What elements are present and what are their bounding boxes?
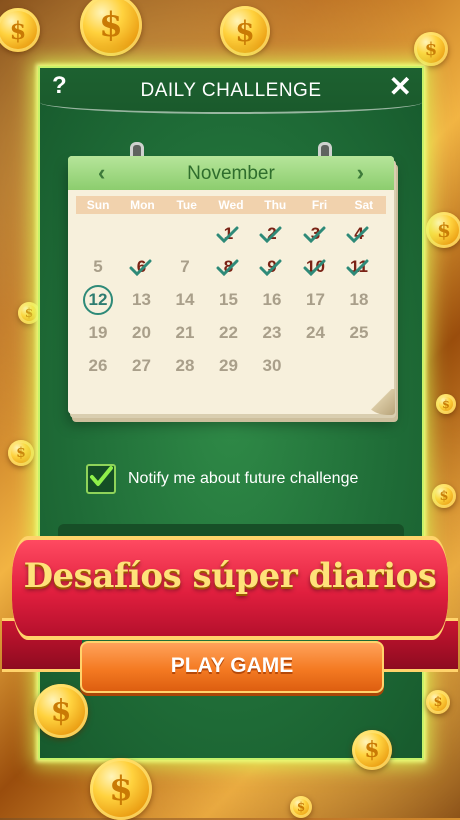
calendar-day[interactable]: 28: [163, 350, 207, 382]
promo-banner-text: Desafíos súper diarios: [23, 556, 437, 596]
checkmark-icon: [346, 259, 369, 277]
gold-coin-icon: $: [414, 32, 448, 66]
weekday-label: Sun: [86, 198, 110, 212]
weekday-label: Tue: [176, 198, 197, 212]
checkmark-icon: [129, 259, 151, 277]
calendar-day-number: 5: [93, 257, 103, 276]
calendar-day-number: 21: [175, 323, 195, 342]
gold-coin-icon: $: [436, 394, 456, 414]
calendar-day[interactable]: 24: [294, 317, 338, 349]
calendar-day[interactable]: 16: [250, 284, 294, 316]
calendar-day[interactable]: 12: [76, 284, 120, 316]
notify-label: Notify me about future challenge: [128, 470, 359, 487]
calendar: ‹ November › Sun Mon Tue Wed Thu Fri Sat…: [68, 142, 395, 415]
gold-coin-icon: $: [0, 8, 40, 52]
calendar-day: [120, 218, 164, 250]
calendar-day-number: 30: [262, 356, 282, 375]
weekday-label: Fri: [311, 198, 328, 212]
checkmark-icon: [303, 259, 325, 277]
calendar-day-number: 13: [132, 290, 151, 309]
notify-option[interactable]: Notify me about future challenge: [86, 464, 358, 494]
calendar-day[interactable]: 29: [207, 350, 251, 382]
calendar-day[interactable]: 14: [163, 284, 207, 316]
calendar-day: [163, 218, 207, 250]
calendar-day-number: 22: [219, 323, 238, 342]
calendar-day-number: 20: [132, 323, 151, 342]
calendar-day[interactable]: 9: [250, 251, 294, 283]
checkmark-icon: [346, 226, 369, 244]
checkmark-icon: [259, 259, 282, 277]
calendar-day[interactable]: 30: [250, 350, 294, 382]
calendar-day[interactable]: 22: [207, 317, 251, 349]
calendar-day[interactable]: 11: [337, 251, 381, 283]
calendar-day-number: 12: [88, 290, 108, 309]
calendar-day-number: 14: [175, 290, 195, 309]
calendar-day-number: 26: [88, 356, 108, 375]
gold-coin-icon: $: [90, 758, 152, 820]
calendar-day-number: 27: [132, 356, 151, 375]
weekday-label: Sat: [354, 198, 374, 212]
calendar-day[interactable]: 26: [76, 350, 120, 382]
calendar-day-number: 25: [349, 323, 369, 342]
calendar-day[interactable]: 27: [120, 350, 164, 382]
dialog-title-bar: ? DAILY CHALLENGE ✕: [40, 68, 422, 114]
calendar-day[interactable]: 5: [76, 251, 120, 283]
play-game-button[interactable]: PLAY GAME: [80, 641, 384, 693]
checkmark-icon: [90, 466, 113, 486]
calendar-day[interactable]: 10: [294, 251, 338, 283]
calendar-day-number: 19: [88, 323, 108, 342]
month-title: November: [187, 163, 275, 184]
calendar-day[interactable]: 8: [207, 251, 251, 283]
calendar-day[interactable]: 18: [337, 284, 381, 316]
calendar-day[interactable]: 6: [120, 251, 164, 283]
calendar-day-number: 29: [219, 356, 238, 375]
calendar-day-number: 17: [306, 290, 325, 309]
calendar-day[interactable]: 13: [120, 284, 164, 316]
calendar-day-number: 28: [175, 356, 195, 375]
gold-coin-icon: $: [352, 730, 392, 770]
calendar-day-number: 23: [262, 323, 282, 342]
calendar-day: [76, 218, 120, 250]
calendar-day[interactable]: 2: [250, 218, 294, 250]
checkmark-icon: [259, 226, 282, 244]
weekday-label: Wed: [218, 198, 244, 212]
calendar-day[interactable]: 4: [337, 218, 381, 250]
calendar-day-number: 7: [180, 257, 190, 276]
notify-checkbox[interactable]: [86, 464, 116, 494]
gold-coin-icon: $: [18, 302, 40, 324]
calendar-day-number: 15: [219, 290, 238, 309]
dialog-title: DAILY CHALLENGE: [140, 80, 322, 101]
calendar-day[interactable]: 23: [250, 317, 294, 349]
gold-coin-icon: $: [426, 212, 460, 248]
checkmark-icon: [216, 259, 238, 277]
calendar-day[interactable]: 1: [207, 218, 251, 250]
gold-coin-icon: $: [432, 484, 456, 508]
checkmark-icon: [303, 226, 325, 244]
calendar-day[interactable]: 7: [163, 251, 207, 283]
calendar-day[interactable]: 17: [294, 284, 338, 316]
calendar-header: ‹ November ›: [68, 156, 394, 190]
next-month-button[interactable]: ›: [357, 160, 364, 186]
calendar-day[interactable]: 20: [120, 317, 164, 349]
gold-coin-icon: $: [8, 440, 34, 466]
calendar-day-number: 24: [306, 323, 325, 342]
checkmark-icon: [216, 226, 238, 244]
weekday-label: Thu: [264, 198, 287, 212]
close-button[interactable]: ✕: [389, 70, 412, 103]
calendar-day[interactable]: 25: [337, 317, 381, 349]
page-curl: [361, 389, 395, 415]
calendar-day[interactable]: 15: [207, 284, 251, 316]
weekday-label: Mon: [130, 198, 155, 212]
gold-coin-icon: $: [426, 690, 450, 714]
gold-coin-icon: $: [80, 0, 142, 56]
calendar-day[interactable]: 19: [76, 317, 120, 349]
gold-coin-icon: $: [290, 796, 312, 818]
weekday-header: Sun Mon Tue Wed Thu Fri Sat: [76, 196, 386, 214]
calendar-day[interactable]: 21: [163, 317, 207, 349]
calendar-day[interactable]: 3: [294, 218, 338, 250]
calendar-day-number: 16: [262, 290, 282, 309]
gold-coin-icon: $: [34, 684, 88, 738]
gold-coin-icon: $: [220, 6, 270, 56]
calendar-day-number: 18: [349, 290, 369, 309]
